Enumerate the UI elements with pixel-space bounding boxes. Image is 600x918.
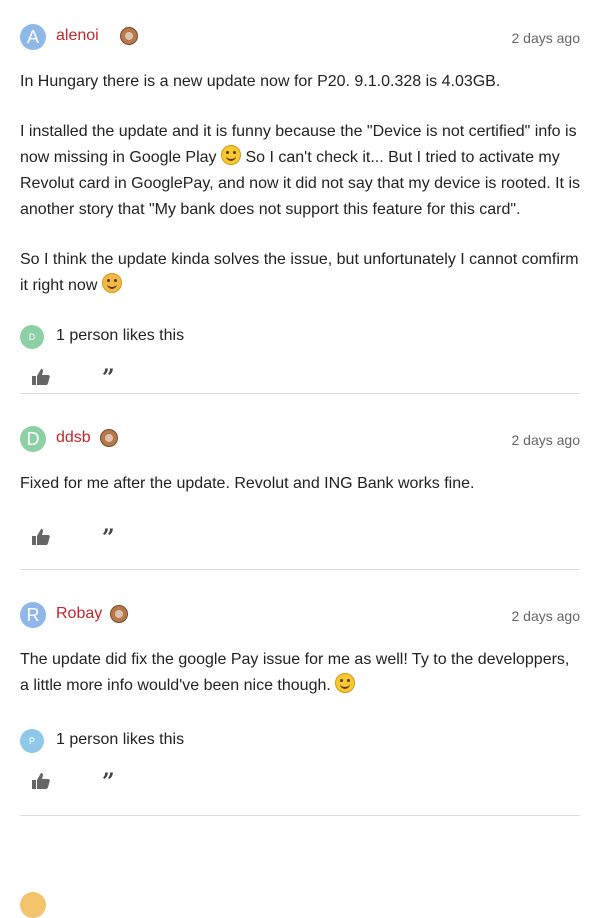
post-header: R Robay 2 days ago: [20, 602, 580, 638]
likes-count-text[interactable]: 1 person likes this: [56, 731, 184, 749]
post: D ddsb 2 days ago Fixed for me after the…: [20, 394, 580, 570]
likes-summary[interactable]: D 1 person likes this: [20, 323, 580, 353]
post-paragraph: The update did fix the google Pay issue …: [20, 647, 580, 699]
smiling-emoji: [335, 673, 356, 693]
post-body: Fixed for me after the update. Revolut a…: [20, 471, 580, 497]
post-actions: ”: [20, 769, 580, 797]
avatar[interactable]: D: [20, 426, 46, 452]
avatar[interactable]: A: [20, 24, 46, 50]
quote-icon[interactable]: ”: [102, 365, 115, 391]
avatar[interactable]: R: [20, 602, 46, 628]
post: R Robay 2 days ago The update did fix th…: [20, 570, 580, 816]
next-post-avatar[interactable]: [20, 892, 46, 918]
grinning-emoji: [221, 145, 241, 165]
quote-icon[interactable]: ”: [102, 525, 115, 551]
rank-badge-icon: [120, 27, 138, 45]
liker-avatar[interactable]: D: [20, 325, 44, 349]
rank-badge-icon: [110, 605, 128, 623]
quote-icon[interactable]: ”: [102, 769, 115, 795]
post-paragraph: So I think the update kinda solves the i…: [20, 247, 580, 299]
post-body: The update did fix the google Pay issue …: [20, 647, 580, 699]
post-actions: ”: [20, 525, 580, 553]
post-actions: ”: [20, 365, 580, 393]
post-body: In Hungary there is a new update now for…: [20, 69, 580, 299]
unamused-emoji: [101, 273, 122, 293]
timestamp: 2 days ago: [511, 608, 581, 624]
likes-summary[interactable]: P 1 person likes this: [20, 727, 580, 757]
username[interactable]: alenoi: [56, 27, 99, 45]
rank-badge-icon: [100, 429, 118, 447]
post-paragraph: Fixed for me after the update. Revolut a…: [20, 475, 475, 492]
timestamp: 2 days ago: [511, 432, 581, 448]
post-paragraph: I installed the update and it is funny b…: [20, 119, 580, 223]
likes-count-text[interactable]: 1 person likes this: [56, 327, 184, 345]
post-header: A alenoi 2 days ago: [20, 24, 580, 60]
thumbs-up-icon[interactable]: [32, 529, 50, 545]
timestamp: 2 days ago: [511, 30, 581, 46]
username[interactable]: Robay: [56, 605, 102, 623]
post-paragraph: In Hungary there is a new update now for…: [20, 73, 501, 90]
post-header: D ddsb 2 days ago: [20, 426, 580, 462]
liker-avatar[interactable]: P: [20, 729, 44, 753]
thumbs-up-icon[interactable]: [32, 773, 50, 789]
thumbs-up-icon[interactable]: [32, 369, 50, 385]
post: A alenoi 2 days ago In Hungary there is …: [20, 0, 580, 394]
post-text: The update did fix the google Pay issue …: [20, 651, 570, 694]
username[interactable]: ddsb: [56, 429, 91, 447]
